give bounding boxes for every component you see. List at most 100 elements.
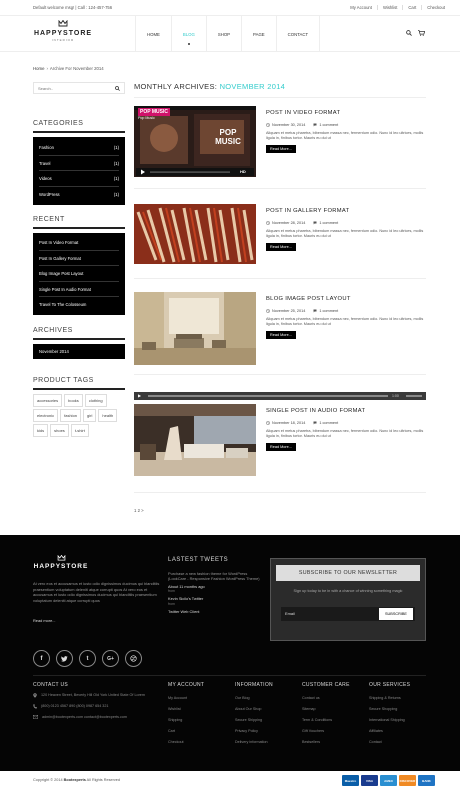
breadcrumb-home[interactable]: Home [33,66,44,71]
post-title[interactable]: POST IN GALLERY FORMAT [266,208,426,214]
nav-page[interactable]: PAGE [241,16,276,52]
recent-item[interactable]: Blog Image Post Layout [39,266,119,282]
tag[interactable]: t-shirt [70,424,89,437]
post-title[interactable]: BLOG IMAGE POST LAYOUT [266,296,426,302]
footer-link[interactable]: Contact [369,737,410,748]
post-comments[interactable]: 1 comment [319,309,338,313]
copyright-brand[interactable]: Bootexperts [64,778,86,782]
cart-link[interactable]: Cart [402,5,421,10]
crown-icon [33,19,93,30]
archive-item[interactable]: November 2014 [39,344,119,359]
post-comments[interactable]: 1 comment [319,421,338,425]
tag[interactable]: shoes [50,424,69,437]
nav-shop[interactable]: SHOP [205,16,241,52]
image-thumbnail[interactable] [134,292,256,365]
google-plus-icon[interactable]: G+ [102,650,119,667]
tag[interactable]: accessories [33,394,63,407]
footer-link[interactable]: Term & Conditions [302,715,350,726]
read-more-button[interactable]: Read More... [266,442,296,451]
footer-read-more[interactable]: Read more... [33,618,56,623]
sidebar-search-input[interactable] [34,83,114,94]
tumblr-icon[interactable]: t [79,650,96,667]
post-comments[interactable]: 1 comment [319,123,338,127]
gallery-thumbnail[interactable] [134,204,256,264]
tag[interactable]: health [98,409,118,422]
footer-link[interactable]: Shipping & Returns [369,693,410,704]
newsletter-email-input[interactable]: Email [285,611,295,616]
comment-icon [313,309,317,313]
audio-progress-bar[interactable] [148,395,388,397]
category-item[interactable]: Travel (1) [39,156,119,171]
tag[interactable]: girl [83,409,97,422]
twitter-icon[interactable] [56,650,73,667]
column-title: INFORMATION [235,682,273,688]
cart-icon[interactable] [418,30,426,38]
post-title[interactable]: SINGLE POST IN AUDIO FORMAT [266,408,426,414]
audio-thumbnail[interactable] [134,404,256,476]
footer-link[interactable]: Gift Vouchers [302,726,350,737]
footer-logo[interactable]: HAPPYSTORE [33,554,89,570]
post-title[interactable]: POST IN VIDEO FORMAT [266,110,426,116]
footer-link[interactable]: Shipping [168,715,204,726]
footer-column-information: INFORMATION Our Blog About Our Shop Secu… [235,682,273,748]
tag[interactable]: kids [33,424,49,437]
footer-link[interactable]: Bestsellers [302,737,350,748]
recent-item[interactable]: Post In Video Format [39,235,119,251]
facebook-icon[interactable]: f [33,650,50,667]
copyright-suffix: All Rights Reserved [85,778,121,782]
footer-link[interactable]: My Account [168,693,204,704]
footer-link[interactable]: About Our Shop [235,704,273,715]
footer-link[interactable]: Our Blog [235,693,273,704]
video-thumbnail[interactable]: POP MUSIC Pop Music POP MUSIC HD [134,106,256,177]
tags-widget: PRODUCT TAGS accessories books clothing … [33,377,125,437]
tag[interactable]: books [64,394,83,407]
footer-link[interactable]: Secure Shopping [369,704,410,715]
site-logo[interactable]: HAPPYSTORE INTERIOR [33,19,93,46]
dribbble-icon[interactable] [125,650,142,667]
category-item[interactable]: WordPress (1) [39,187,119,203]
tag[interactable]: electronic [33,409,59,422]
footer-link[interactable]: International Shipping [369,715,410,726]
tag[interactable]: clothing [84,394,107,407]
recent-item[interactable]: Single Post In Audio Format [39,282,119,297]
volume-slider[interactable] [406,395,422,397]
search-icon[interactable] [115,86,120,93]
footer-link[interactable]: Privacy Policy [235,726,273,737]
read-more-button[interactable]: Read More... [266,242,296,251]
subscribe-button[interactable]: SUBSCRIBE [379,608,413,620]
footer-link[interactable]: Delivery information [235,737,273,748]
read-more-button[interactable]: Read More... [266,330,296,339]
tag[interactable]: fashion [60,409,82,422]
category-item[interactable]: Fashion (1) [39,140,119,156]
checkout-link[interactable]: Checkout [421,5,450,10]
tweet-client[interactable]: Twitter Web Client [168,609,263,614]
nav-contact[interactable]: CONTACT [275,16,321,52]
column-title: MY ACCOUNT [168,682,205,688]
category-name: WordPress [39,191,60,197]
wishlist-link[interactable]: Wishlist [376,5,402,10]
hd-icon[interactable]: HD [240,169,246,174]
category-item[interactable]: Videos (1) [39,171,119,187]
nav-home[interactable]: HOME [135,16,171,52]
footer-link[interactable]: Contact us [302,693,350,704]
my-account-link[interactable]: My Account [345,5,377,10]
post-comments[interactable]: 1 comment [319,221,338,225]
nav-blog[interactable]: BLOG [170,16,206,52]
footer-link[interactable]: Affiliates [369,726,410,737]
footer-link[interactable]: Secure Shipping [235,715,273,726]
footer-link[interactable]: Cart [168,726,204,737]
read-more-button[interactable]: Read More... [266,144,296,153]
play-icon[interactable]: ▶ [138,394,141,398]
search-icon[interactable] [406,30,412,38]
recent-item[interactable]: Post In Gallery Format [39,251,119,266]
pagination[interactable]: 1 2 > [134,508,144,513]
contact-phone-text: (800) 0123 4567 890 (800) 0987 654 321 [41,704,109,708]
recent-item[interactable]: Travel To The Colosseum [39,297,119,313]
footer-link[interactable]: Checkout [168,737,204,748]
recent-list: Post In Video Format Post In Gallery For… [33,233,125,315]
contact-email-text[interactable]: admin@bootexperts.com contact@bootexpert… [42,715,127,721]
footer-link[interactable]: Wishlist [168,704,204,715]
contact-title: CONTACT US [33,682,69,688]
video-caption: Pop Music [138,116,155,120]
footer-link[interactable]: Sitemap [302,704,350,715]
